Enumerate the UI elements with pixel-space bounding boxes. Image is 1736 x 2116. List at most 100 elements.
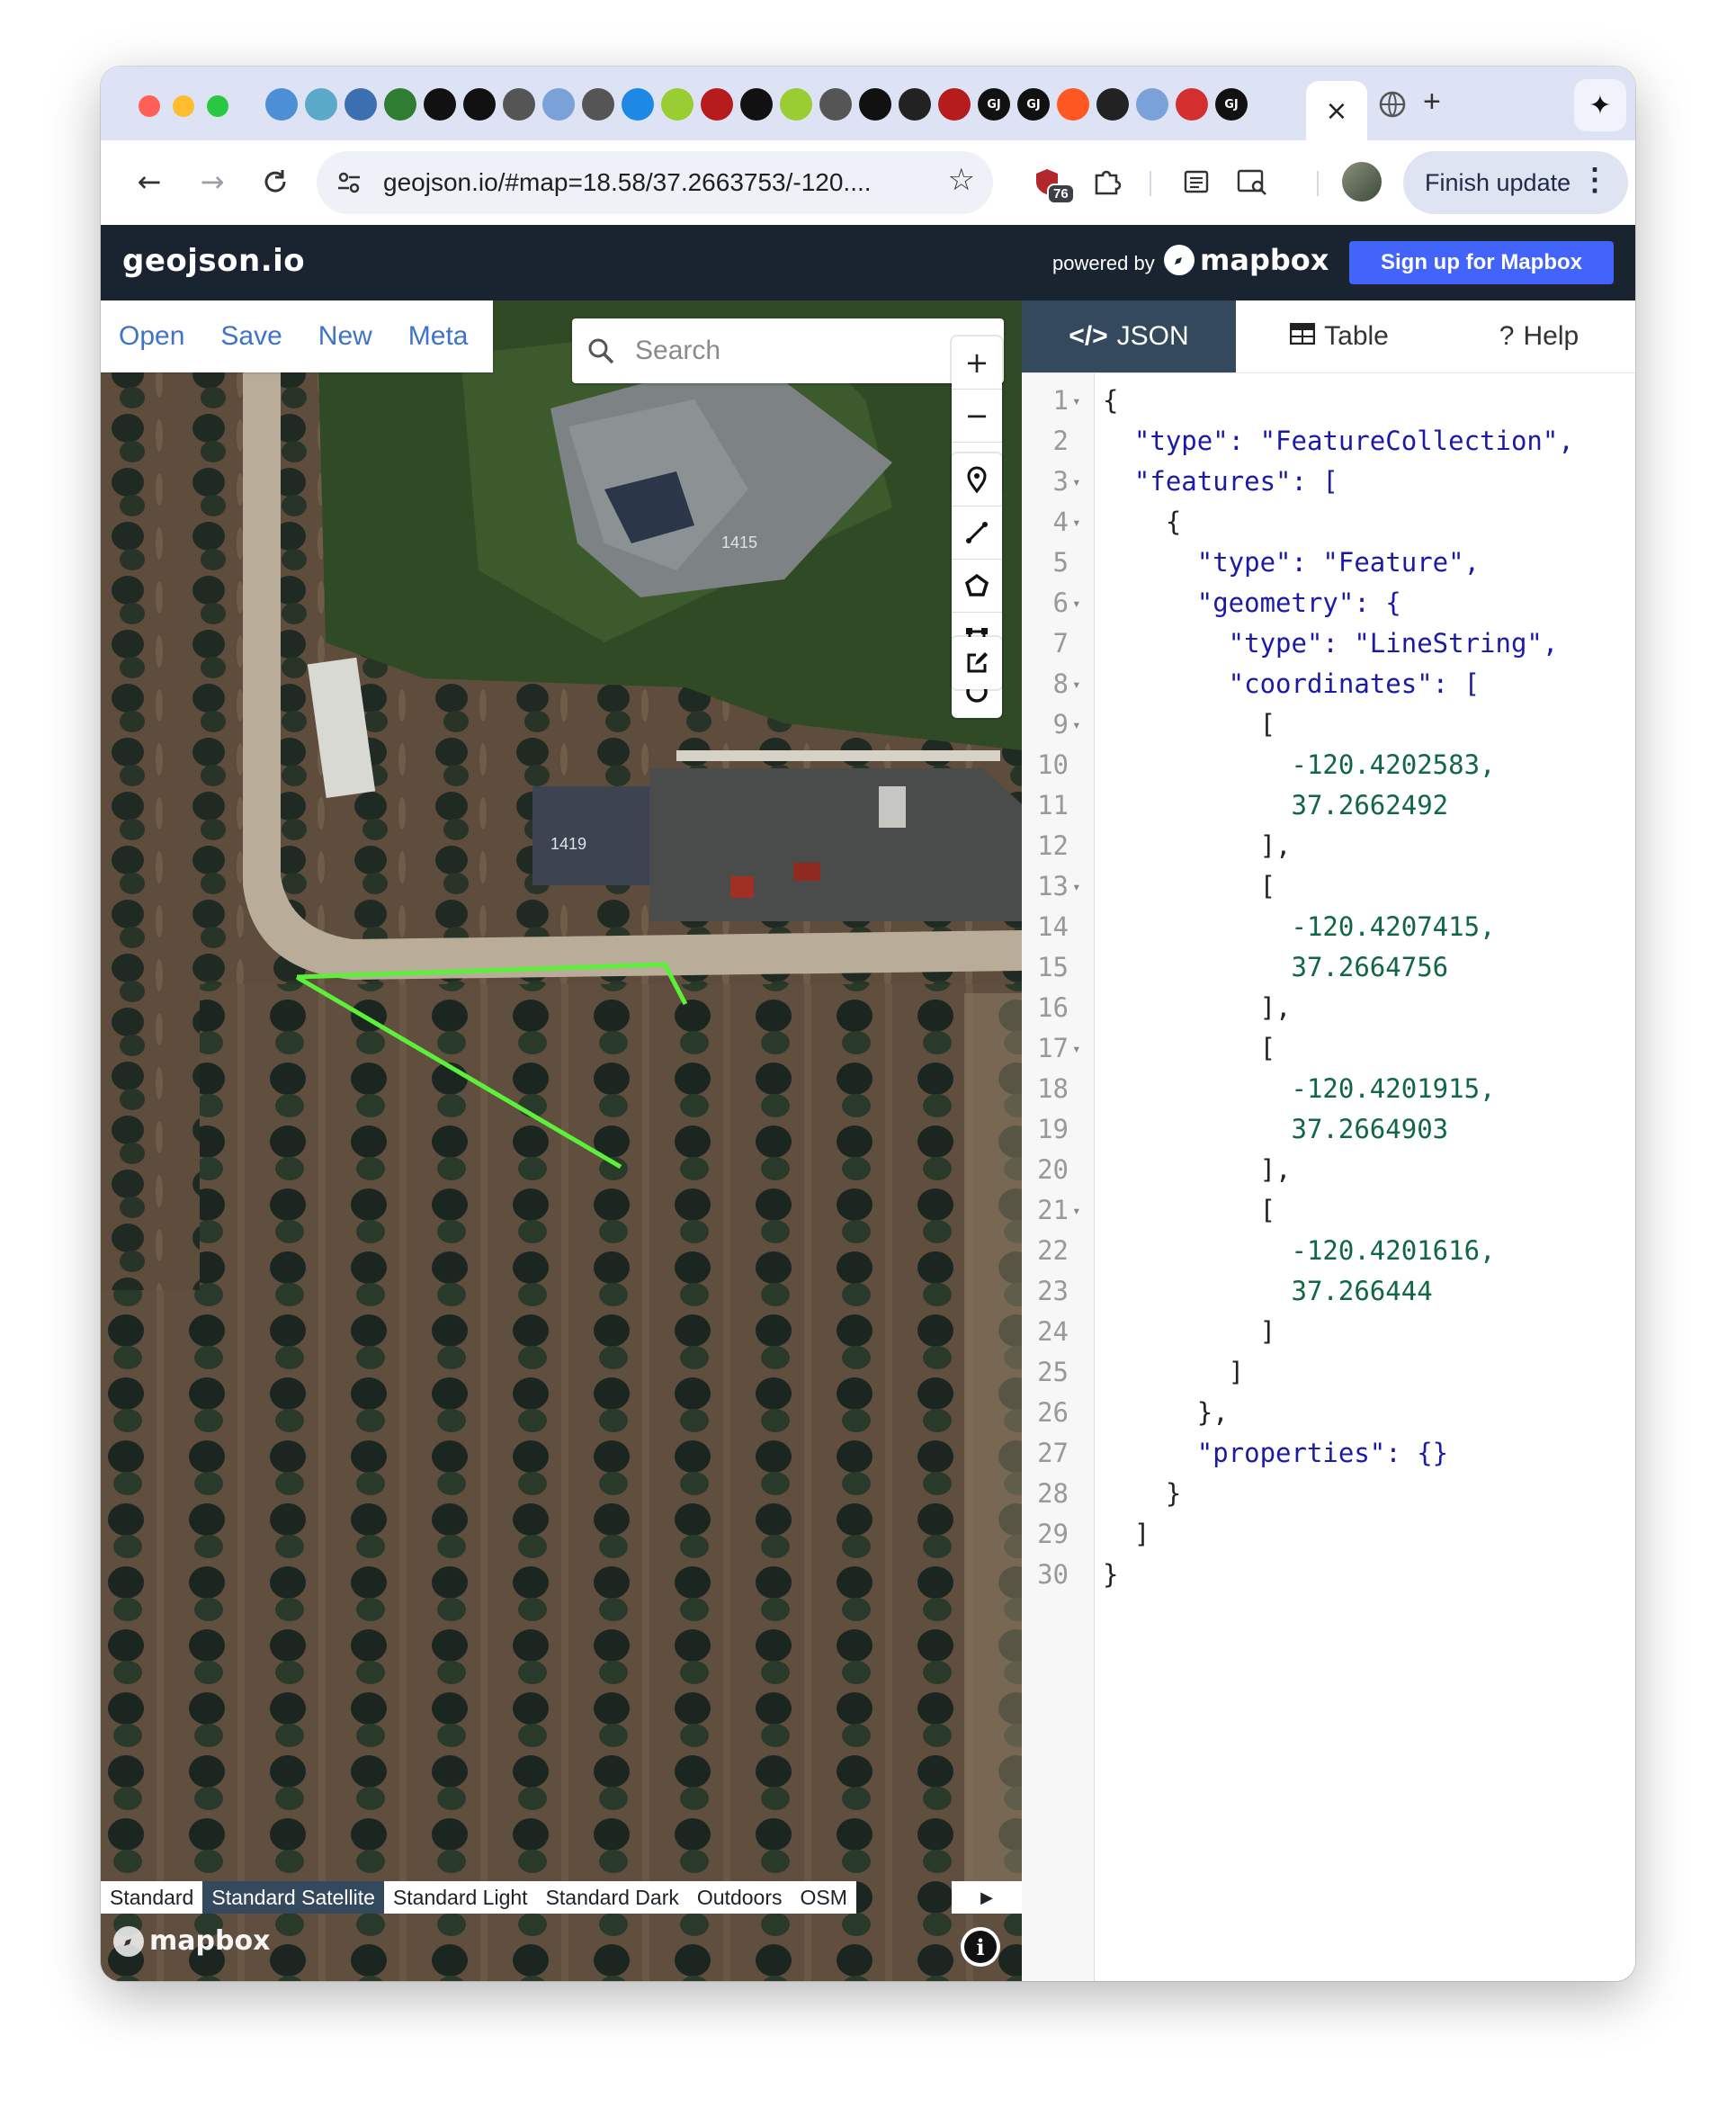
mapbox-logo[interactable]: mapbox [1164, 243, 1329, 277]
tab-icon[interactable] [424, 88, 456, 121]
draw-marker-icon[interactable] [952, 453, 1002, 507]
layer-expand-icon[interactable]: ▶ [952, 1881, 1022, 1914]
zoom-window-button[interactable] [207, 95, 228, 117]
code-line[interactable]: 4 ▾ { [1022, 502, 1635, 542]
tab-icon[interactable] [542, 88, 575, 121]
code-line[interactable]: 12 ], [1022, 826, 1635, 866]
code-line[interactable]: 22 -120.4201616, [1022, 1231, 1635, 1271]
tab-json[interactable]: </> JSON [1022, 300, 1236, 372]
json-editor[interactable]: 1 ▾{2 "type": "FeatureCollection", 3 ▾ "fea… [1022, 373, 1635, 1981]
code-line[interactable]: 21 ▾ [ [1022, 1190, 1635, 1231]
finish-update-button[interactable]: Finish update ⋮ [1403, 151, 1628, 214]
site-settings-icon[interactable] [331, 165, 367, 201]
code-line[interactable]: 5 "type": "Feature", [1022, 542, 1635, 583]
tab-icon[interactable] [265, 88, 298, 121]
tab-icon[interactable] [859, 88, 891, 121]
forward-button[interactable]: → [191, 160, 234, 203]
file-menu-open[interactable]: Open [119, 321, 184, 352]
layer-option-standard-dark[interactable]: Standard Dark [537, 1881, 688, 1914]
tab-icon[interactable] [622, 88, 654, 121]
map-mapbox-attribution[interactable]: mapbox [113, 1925, 270, 1957]
tab-icon[interactable] [384, 88, 416, 121]
layer-option-osm[interactable]: OSM [791, 1881, 855, 1914]
extension-shield-icon[interactable]: 76 [1025, 160, 1075, 204]
code-line[interactable]: 19 37.2664903 [1022, 1109, 1635, 1150]
signup-mapbox-button[interactable]: Sign up for Mapbox [1349, 241, 1614, 284]
draw-polygon-icon[interactable] [952, 560, 1002, 613]
code-line[interactable]: 24 ] [1022, 1312, 1635, 1352]
code-line[interactable]: 11 37.2662492 [1022, 785, 1635, 826]
tab-icon[interactable] [1057, 88, 1089, 121]
tab-icon[interactable] [819, 88, 852, 121]
fold-arrow-icon[interactable]: ▾ [1072, 462, 1081, 502]
code-line[interactable]: 16 ], [1022, 988, 1635, 1028]
code-line[interactable]: 1 ▾ { [1022, 381, 1635, 421]
code-line[interactable]: 27 "properties": {} [1022, 1433, 1635, 1474]
tab-icon[interactable] [740, 88, 773, 121]
bookmark-star-icon[interactable]: ☆ [948, 162, 975, 198]
tab-icon[interactable] [582, 88, 614, 121]
fold-arrow-icon[interactable]: ▾ [1072, 664, 1081, 704]
code-line[interactable]: 8 ▾ "coordinates": [ [1022, 664, 1635, 704]
tab-icon[interactable] [1096, 88, 1129, 121]
zoom-out-button[interactable]: − [952, 390, 1002, 443]
code-line[interactable]: 2 "type": "FeatureCollection", [1022, 421, 1635, 462]
profile-avatar[interactable] [1342, 162, 1382, 202]
code-line[interactable]: 9 ▾ [ [1022, 704, 1635, 745]
reload-button[interactable] [254, 160, 297, 203]
edit-features-icon[interactable] [952, 637, 1002, 689]
tab-icon[interactable] [899, 88, 931, 121]
fold-arrow-icon[interactable]: ▾ [1072, 1028, 1081, 1069]
tab-table[interactable]: Table [1236, 300, 1443, 372]
code-line[interactable]: 15 37.2664756 [1022, 947, 1635, 988]
code-line[interactable]: 14 -120.4207415, [1022, 907, 1635, 947]
layer-option-standard-satellite[interactable]: Standard Satellite [202, 1881, 384, 1914]
layer-option-outdoors[interactable]: Outdoors [688, 1881, 792, 1914]
code-line[interactable]: 29 ] [1022, 1514, 1635, 1555]
extensions-puzzle-icon[interactable] [1085, 160, 1128, 203]
code-line[interactable]: 25 ] [1022, 1352, 1635, 1393]
code-line[interactable]: 13 ▾ [ [1022, 866, 1635, 907]
search-box[interactable]: Search [572, 318, 1004, 383]
tab-icon[interactable] [305, 88, 337, 121]
fold-arrow-icon[interactable]: ▾ [1072, 583, 1081, 623]
search-tabs-icon[interactable] [1230, 160, 1274, 203]
draw-line-icon[interactable] [952, 507, 1002, 560]
globe-icon[interactable] [1376, 88, 1409, 121]
back-button[interactable]: ← [128, 160, 171, 203]
code-line[interactable]: 7 "type": "LineString", [1022, 623, 1635, 664]
code-line[interactable]: 3 ▾ "features": [ [1022, 462, 1635, 502]
fold-arrow-icon[interactable]: ▾ [1072, 704, 1081, 745]
code-line[interactable]: 17 ▾ [ [1022, 1028, 1635, 1069]
code-line[interactable]: 10 -120.4202583, [1022, 745, 1635, 785]
layer-option-standard-light[interactable]: Standard Light [384, 1881, 537, 1914]
new-tab-button[interactable]: + [1423, 85, 1441, 120]
tab-icon[interactable] [938, 88, 971, 121]
tab-icon[interactable]: GJ [1017, 88, 1050, 121]
fold-arrow-icon[interactable]: ▾ [1072, 502, 1081, 542]
tab-icon[interactable] [780, 88, 812, 121]
file-menu-new[interactable]: New [318, 321, 372, 352]
search-input[interactable]: Search [635, 336, 720, 366]
fold-arrow-icon[interactable]: ▾ [1072, 866, 1081, 907]
code-line[interactable]: 20 ], [1022, 1150, 1635, 1190]
url-text[interactable]: geojson.io/#map=18.58/37.2663753/-120...… [383, 168, 872, 197]
tab-icon[interactable] [1176, 88, 1208, 121]
active-tab[interactable]: × [1306, 81, 1367, 140]
code-line[interactable]: 26 }, [1022, 1393, 1635, 1433]
tab-icon[interactable]: GJ [978, 88, 1010, 121]
fold-arrow-icon[interactable]: ▾ [1072, 381, 1081, 421]
address-bar[interactable]: geojson.io/#map=18.58/37.2663753/-120...… [317, 151, 993, 214]
code-line[interactable]: 18 -120.4201915, [1022, 1069, 1635, 1109]
tab-icon[interactable] [503, 88, 535, 121]
file-menu-save[interactable]: Save [220, 321, 282, 352]
file-menu-meta[interactable]: Meta [408, 321, 469, 352]
layer-option-standard[interactable]: Standard [101, 1881, 202, 1914]
reading-list-icon[interactable] [1175, 160, 1218, 203]
minimize-window-button[interactable] [173, 95, 194, 117]
tab-help[interactable]: ? Help [1443, 300, 1635, 372]
code-line[interactable]: 23 37.266444 [1022, 1271, 1635, 1312]
code-line[interactable]: 6 ▾ "geometry": { [1022, 583, 1635, 623]
zoom-in-button[interactable]: + [952, 336, 1002, 390]
tab-icon[interactable] [463, 88, 496, 121]
